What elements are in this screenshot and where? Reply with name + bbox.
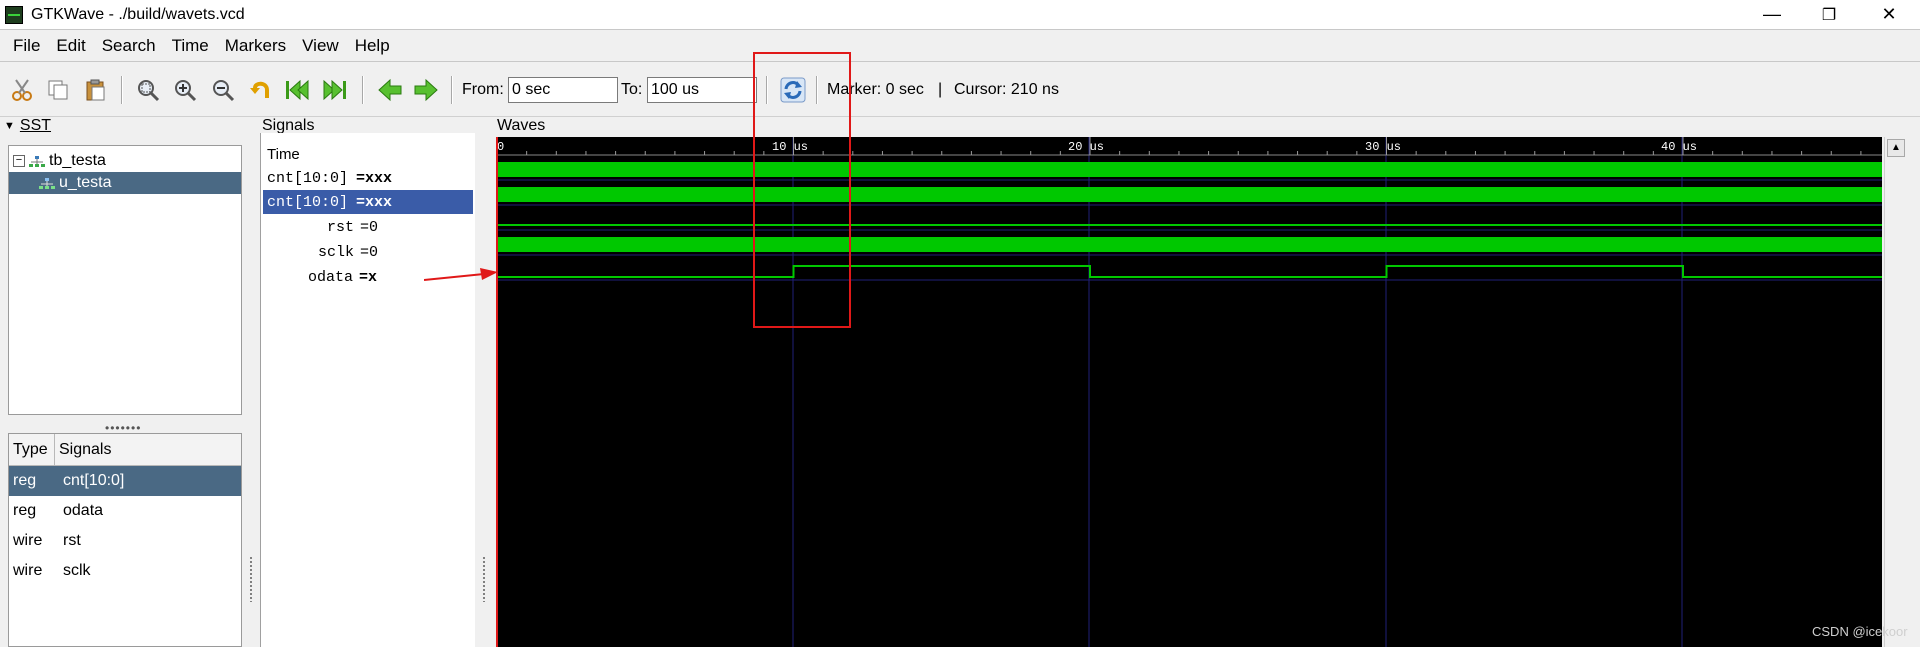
- ruler-label: 0: [497, 140, 504, 154]
- close-icon[interactable]: ✕: [1860, 0, 1918, 29]
- waveform-canvas[interactable]: 0 10 us 20 us 30 us 40 us: [496, 137, 1882, 647]
- row-signal: rst: [63, 532, 81, 549]
- signal-row-cnt-selected[interactable]: cnt[10:0] =xxx: [263, 190, 473, 214]
- table-row[interactable]: wire sclk: [9, 556, 241, 586]
- gtkwave-window: GTKWave - ./build/wavets.vcd — ❐ ✕ File …: [0, 0, 1920, 647]
- toolbar-separator: [121, 76, 123, 104]
- sst-expander[interactable]: ▼ SST: [4, 117, 51, 135]
- row-signal: sclk: [63, 562, 91, 579]
- pane-resize-grip[interactable]: [482, 556, 486, 602]
- zoom-end-icon[interactable]: [320, 76, 348, 104]
- menu-search[interactable]: Search: [94, 36, 164, 56]
- restore-icon[interactable]: ❐: [1800, 0, 1858, 29]
- tree-node-label: tb_testa: [49, 152, 106, 169]
- annotation-highlight-box: [753, 52, 851, 328]
- signals-panel: Time cnt[10:0] =xxx cnt[10:0] =xxx rst =…: [260, 133, 475, 647]
- paste-icon[interactable]: [82, 76, 110, 104]
- signal-value: =0: [360, 243, 379, 261]
- collapse-icon[interactable]: −: [13, 155, 25, 167]
- annotation-arrow-icon: [424, 268, 498, 281]
- signal-name: odata: [308, 268, 354, 286]
- sst-label: SST: [19, 117, 52, 134]
- signal-wave-odata[interactable]: [497, 265, 1882, 278]
- menu-edit[interactable]: Edit: [48, 36, 93, 56]
- to-input[interactable]: [647, 77, 757, 103]
- tree-node-label: u_testa: [59, 174, 112, 191]
- column-header-signals[interactable]: Signals: [55, 434, 111, 465]
- time-ruler-ticks: [496, 137, 1862, 155]
- menu-bar: File Edit Search Time Markers View Help: [0, 29, 1920, 62]
- toolbar: From: To: Marker: 0 sec | Cursor: 210 ns: [0, 62, 1920, 117]
- signal-value: =0: [360, 218, 379, 236]
- toolbar-separator: [362, 76, 364, 104]
- cursor-readout: Cursor: 210 ns: [954, 81, 1059, 98]
- minimize-icon[interactable]: —: [1743, 0, 1801, 29]
- signal-value: =xxx: [356, 169, 393, 187]
- module-icon: [29, 155, 45, 167]
- menu-help[interactable]: Help: [347, 36, 398, 56]
- chevron-down-icon: ▼: [4, 120, 15, 132]
- row-type: reg: [13, 502, 37, 519]
- signal-wave-sclk[interactable]: [497, 237, 1882, 252]
- waves-panel-label: Waves: [497, 117, 546, 134]
- menu-time[interactable]: Time: [164, 36, 217, 56]
- from-label: From:: [462, 81, 504, 98]
- table-row[interactable]: wire rst: [9, 526, 241, 556]
- pane-resize-grip[interactable]: [249, 556, 253, 602]
- gtkwave-app-icon: [5, 5, 23, 24]
- cut-icon[interactable]: [8, 76, 36, 104]
- signal-name: sclk: [318, 243, 355, 261]
- page-forward-icon[interactable]: [412, 76, 440, 104]
- copy-icon[interactable]: [44, 76, 72, 104]
- bus-wave-cnt-selected[interactable]: [497, 187, 1882, 202]
- signal-name: cnt[10:0]: [267, 169, 349, 187]
- zoom-fit-icon[interactable]: [134, 76, 162, 104]
- undo-zoom-icon[interactable]: [247, 76, 275, 104]
- time-header: Time: [267, 145, 300, 163]
- ruler-label: 30 us: [1365, 140, 1401, 154]
- signal-row-sclk[interactable]: sclk =0: [263, 240, 473, 264]
- scroll-up-icon[interactable]: ▲: [1887, 139, 1905, 157]
- sst-signals-table: Type Signals reg cnt[10:0] reg odata wir…: [8, 433, 242, 647]
- ruler-label: 20 us: [1068, 140, 1104, 154]
- tree-node-u-testa[interactable]: u_testa: [9, 172, 241, 194]
- table-row[interactable]: reg odata: [9, 496, 241, 526]
- watermark: CSDN @icekoor: [1812, 624, 1908, 639]
- window-title: GTKWave - ./build/wavets.vcd: [31, 5, 245, 23]
- column-header-type[interactable]: Type: [9, 434, 55, 465]
- readout-separator: |: [938, 81, 943, 98]
- bus-wave-cnt[interactable]: [497, 162, 1882, 177]
- zoom-in-icon[interactable]: [171, 76, 199, 104]
- tree-node-tb-testa[interactable]: − tb_testa: [13, 150, 106, 172]
- zoom-out-icon[interactable]: [209, 76, 237, 104]
- from-input[interactable]: [508, 77, 618, 103]
- module-icon: [39, 177, 55, 189]
- menu-markers[interactable]: Markers: [217, 36, 294, 56]
- row-type: wire: [13, 532, 43, 549]
- title-bar: GTKWave - ./build/wavets.vcd — ❐ ✕: [0, 0, 1920, 29]
- to-label: To:: [621, 81, 643, 98]
- toolbar-separator: [451, 76, 453, 104]
- table-row[interactable]: reg cnt[10:0]: [9, 466, 241, 496]
- page-back-icon[interactable]: [376, 76, 404, 104]
- signal-name: cnt[10:0]: [267, 193, 349, 211]
- sst-tree: − tb_testa u_testa: [8, 145, 242, 415]
- waves-vertical-scrollbar[interactable]: ▲: [1884, 137, 1906, 647]
- table-header: Type Signals: [9, 434, 241, 466]
- menu-file[interactable]: File: [5, 36, 48, 56]
- signal-name: rst: [327, 218, 355, 236]
- ruler-label: 40 us: [1661, 140, 1697, 154]
- row-type: reg: [13, 472, 37, 489]
- row-signal: cnt[10:0]: [63, 472, 125, 489]
- row-type: wire: [13, 562, 43, 579]
- signal-value: =x: [359, 268, 378, 286]
- signal-row-cnt[interactable]: cnt[10:0] =xxx: [263, 166, 473, 190]
- waves-area[interactable]: 0 10 us 20 us 30 us 40 us: [496, 137, 1882, 647]
- row-signal: odata: [63, 502, 104, 519]
- signal-value: =xxx: [356, 193, 393, 211]
- signal-row-rst[interactable]: rst =0: [263, 215, 473, 239]
- menu-view[interactable]: View: [294, 36, 347, 56]
- zoom-start-icon[interactable]: [284, 76, 312, 104]
